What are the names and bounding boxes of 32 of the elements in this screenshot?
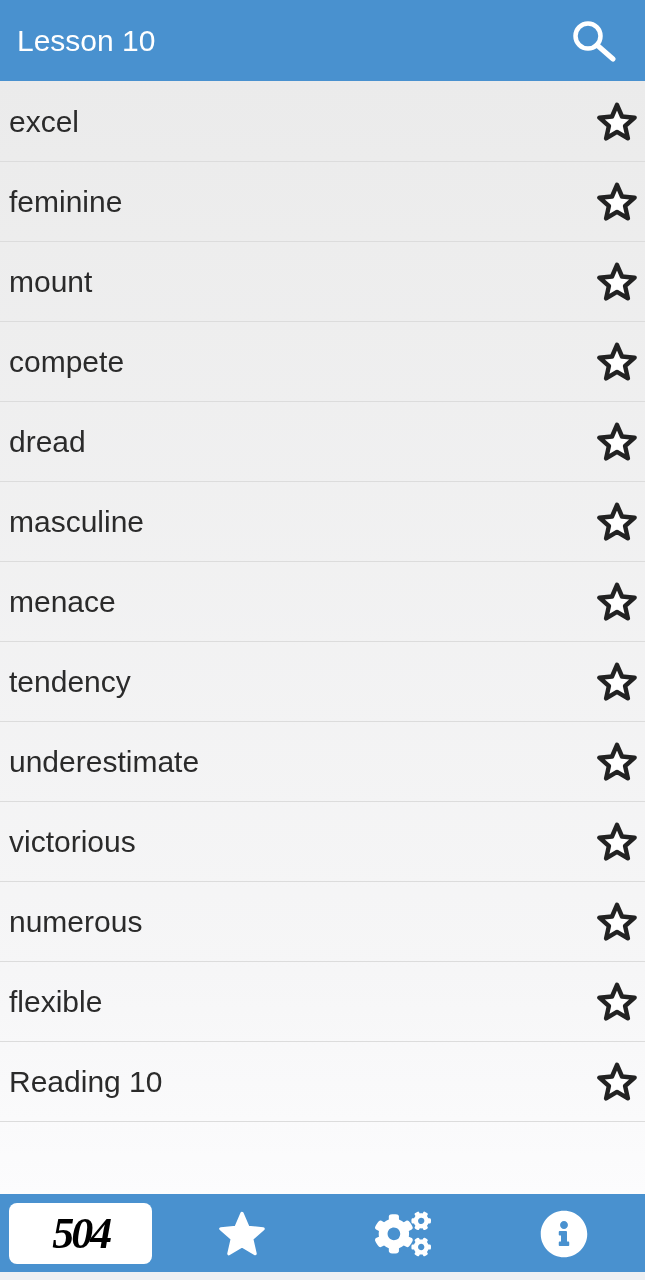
word-label[interactable]: Reading 10 (9, 1064, 163, 1099)
word-label[interactable]: dread (9, 424, 86, 459)
star-icon[interactable] (597, 261, 637, 302)
word-label[interactable]: masculine (9, 504, 145, 539)
star-icon[interactable] (597, 501, 637, 542)
star-icon[interactable] (597, 341, 637, 382)
word-label[interactable]: numerous (9, 904, 143, 939)
star-icon[interactable] (597, 1061, 637, 1102)
star-icon[interactable] (597, 741, 637, 782)
star-icon[interactable] (597, 181, 637, 222)
star-icon[interactable] (597, 421, 637, 462)
word-label[interactable]: menace (9, 584, 116, 619)
logo-tab[interactable]: 504 (9, 1203, 153, 1264)
search-button[interactable] (571, 19, 617, 62)
star-icon[interactable] (597, 821, 637, 862)
word-label[interactable]: underestimate (9, 744, 200, 779)
star-icon[interactable] (597, 981, 637, 1022)
word-label[interactable]: compete (9, 344, 125, 379)
lesson-title: Lesson 10 (17, 23, 156, 58)
info-icon (540, 1209, 589, 1258)
search-icon (571, 19, 617, 62)
word-label[interactable]: tendency (9, 664, 131, 699)
word-label[interactable]: feminine (9, 184, 123, 219)
star-icon (217, 1209, 266, 1258)
word-label[interactable]: flexible (9, 984, 103, 1019)
word-label[interactable]: victorious (9, 824, 136, 859)
star-icon[interactable] (597, 101, 637, 142)
word-label[interactable]: mount (9, 264, 93, 299)
star-icon[interactable] (597, 581, 637, 622)
star-icon[interactable] (597, 901, 637, 942)
word-label[interactable]: excel (9, 104, 80, 139)
star-icon[interactable] (597, 661, 637, 702)
